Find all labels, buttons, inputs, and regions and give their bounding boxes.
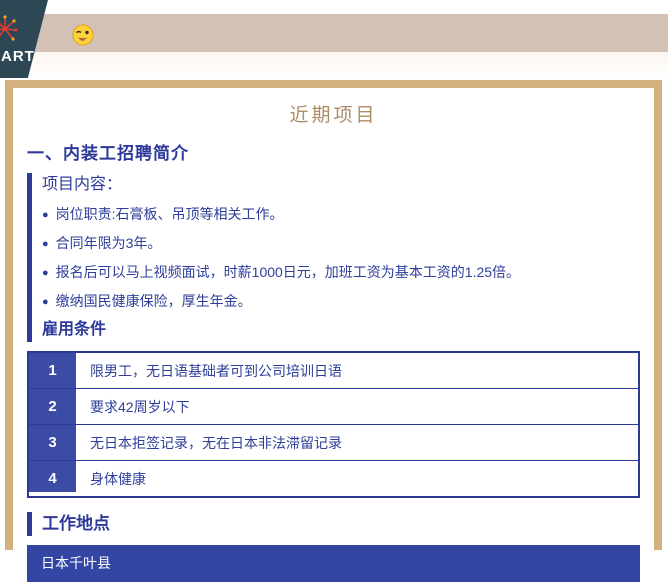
condition-number: 4 <box>29 461 76 496</box>
list-item: ● 缴纳国民健康保险，厚生年金。 <box>42 287 640 316</box>
project-bullet-list: ● 岗位职责:石膏板、吊顶等相关工作。 ● 合同年限为3年。 ● 报名后可以马上视频面… <box>42 200 640 316</box>
list-item: ● 合同年限为3年。 <box>42 229 640 258</box>
bullet-text: 缴纳国民健康保险，厚生年金。 <box>56 293 252 309</box>
condition-number: 2 <box>29 389 76 425</box>
table-row: 1 限男工，无日语基础者可到公司培训日语 <box>29 353 638 389</box>
conditions-label: 雇用条件 <box>42 318 640 342</box>
bullet-icon: ● <box>42 267 49 279</box>
banner-text: ART <box>1 48 35 65</box>
condition-number: 3 <box>29 425 76 461</box>
fireworks-icon <box>0 14 18 49</box>
table-row: 2 要求42周岁以下 <box>29 389 638 425</box>
location-bar: 日本千叶县 <box>27 545 640 582</box>
table-row: 3 无日本拒签记录，无在日本非法滞留记录 <box>29 425 638 461</box>
condition-text: 限男工，无日语基础者可到公司培训日语 <box>76 353 638 389</box>
list-item: ● 报名后可以马上视频面试，时薪1000日元，加班工资为基本工资的1.25倍。 <box>42 258 640 287</box>
project-content-label: 项目内容： <box>42 173 640 197</box>
content-frame: 近期项目 一、内装工招聘简介 项目内容： ● 岗位职责:石膏板、吊顶等相关工作。 … <box>5 80 662 550</box>
table-row: 4 身体健康 <box>29 461 638 496</box>
page-title: 近期项目 <box>27 100 640 127</box>
section-heading: 一、内装工招聘简介 <box>27 139 640 164</box>
bullet-text: 合同年限为3年。 <box>56 235 162 251</box>
header-band-fade <box>0 52 668 78</box>
project-content-block: 项目内容： ● 岗位职责:石膏板、吊顶等相关工作。 ● 合同年限为3年。 ● 报名后可… <box>27 173 640 342</box>
condition-text: 要求42周岁以下 <box>76 389 638 425</box>
location-heading: 工作地点 <box>27 512 640 536</box>
condition-number: 1 <box>29 353 76 389</box>
bullet-text: 岗位职责:石膏板、吊顶等相关工作。 <box>56 206 284 222</box>
list-item: ● 岗位职责:石膏板、吊顶等相关工作。 <box>42 200 640 229</box>
header-band <box>0 14 668 52</box>
condition-text: 身体健康 <box>76 461 638 496</box>
condition-text: 无日本拒签记录，无在日本非法滞留记录 <box>76 425 638 461</box>
bullet-icon: ● <box>42 296 49 308</box>
bullet-icon: ● <box>42 209 49 221</box>
bullet-icon: ● <box>42 238 49 250</box>
bullet-text: 报名后可以马上视频面试，时薪1000日元，加班工资为基本工资的1.25倍。 <box>56 264 520 280</box>
conditions-table: 1 限男工，无日语基础者可到公司培训日语 2 要求42周岁以下 3 无日本拒签记… <box>27 351 640 498</box>
wink-emoji-icon <box>72 24 94 51</box>
